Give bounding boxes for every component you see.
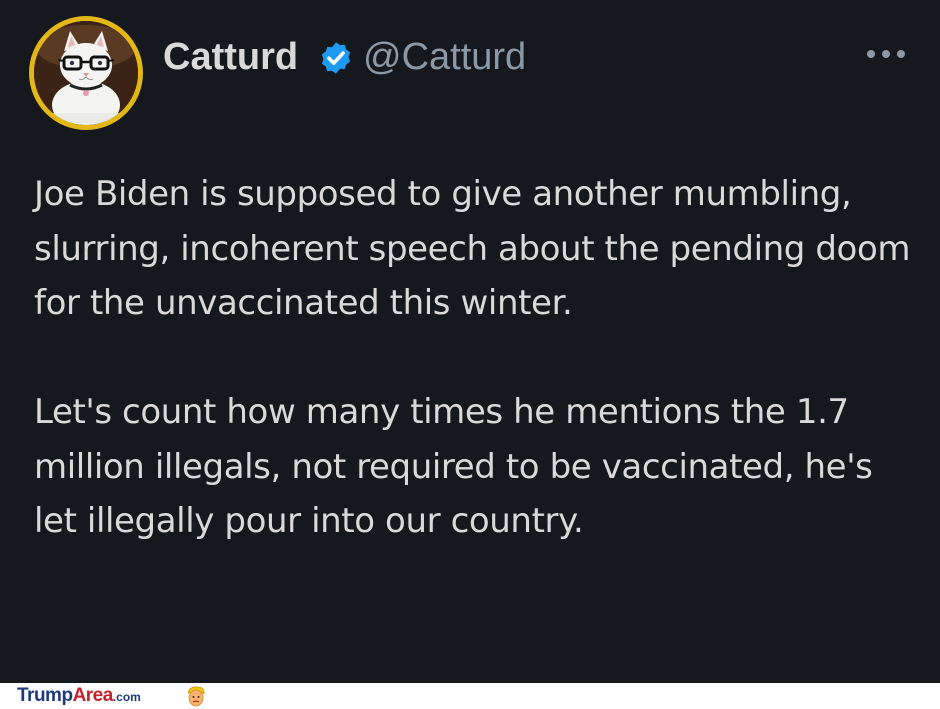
watermark-bar: TrumpArea.com <box>0 683 940 709</box>
tweet-card: Catturd @Catturd Joe Biden is supposed t… <box>0 0 940 683</box>
watermark-face-icon <box>187 686 205 707</box>
avatar[interactable] <box>29 16 143 130</box>
display-name[interactable]: Catturd <box>163 34 298 80</box>
more-horizontal-icon[interactable] <box>864 46 908 62</box>
tweet-paragraph-2: Let's count how many times he mentions t… <box>34 392 873 541</box>
watermark-brand-part2: Area <box>72 685 114 706</box>
watermark-brand-suffix: .com <box>112 690 141 704</box>
watermark-logo: TrumpArea.com <box>17 685 141 708</box>
user-handle[interactable]: @Catturd <box>363 34 526 80</box>
tweet-text: Joe Biden is supposed to give another mu… <box>34 167 914 549</box>
tweet-paragraph-1: Joe Biden is supposed to give another mu… <box>34 174 911 323</box>
cat-avatar-image <box>34 21 138 125</box>
verified-badge-icon <box>321 42 351 74</box>
watermark-brand-part1: Trump <box>17 685 73 706</box>
